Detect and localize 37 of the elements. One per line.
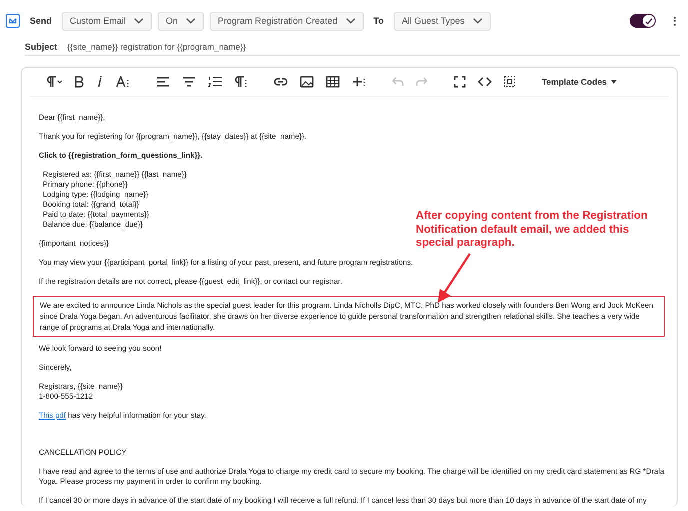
dropdown[interactable]: Program Registration Created	[210, 12, 364, 30]
expand-icon	[454, 76, 466, 88]
select-all-icon	[504, 76, 516, 88]
italic-icon	[96, 76, 104, 88]
send-checkbox[interactable]	[6, 14, 20, 28]
toggle-switch[interactable]	[630, 14, 656, 28]
chevron-down-icon	[186, 18, 196, 24]
numbered-list-icon	[208, 76, 222, 88]
send-label: Send	[30, 16, 52, 26]
chevron-down-icon	[134, 18, 144, 24]
align-left-icon	[156, 76, 170, 88]
dropdown[interactable]: All Guest Types	[394, 12, 491, 30]
subject-label: Subject	[25, 42, 58, 52]
redo-icon	[416, 76, 428, 88]
dropdown[interactable]: Custom Email	[62, 12, 152, 30]
check-icon	[645, 18, 653, 24]
annotation-text: After copying content from the Registration Notification default email, we added this special paragraph.	[416, 210, 649, 250]
code-icon	[478, 76, 492, 88]
annotation-arrow	[436, 252, 474, 304]
subject-field[interactable]: {{site_name}} registration for {{program_name}}	[68, 42, 246, 52]
to-label: To	[374, 16, 384, 26]
template-codes-menu[interactable]: Template Codes	[542, 77, 618, 87]
chevron-down-icon	[346, 18, 356, 24]
bold-icon	[74, 76, 84, 88]
text-size-icon	[116, 76, 130, 88]
paragraph-style-icon	[234, 76, 248, 88]
undo-icon	[392, 76, 404, 88]
image-icon	[300, 76, 314, 88]
plus-icon	[352, 76, 366, 88]
envelope-icon	[9, 18, 17, 24]
paragraph-icon	[46, 76, 62, 88]
dropdown[interactable]: On	[158, 12, 204, 30]
link-icon	[274, 76, 288, 88]
align-center-icon	[182, 76, 196, 88]
chevron-down-icon	[472, 18, 483, 24]
table-icon	[326, 76, 340, 88]
caret-icon	[611, 80, 618, 84]
